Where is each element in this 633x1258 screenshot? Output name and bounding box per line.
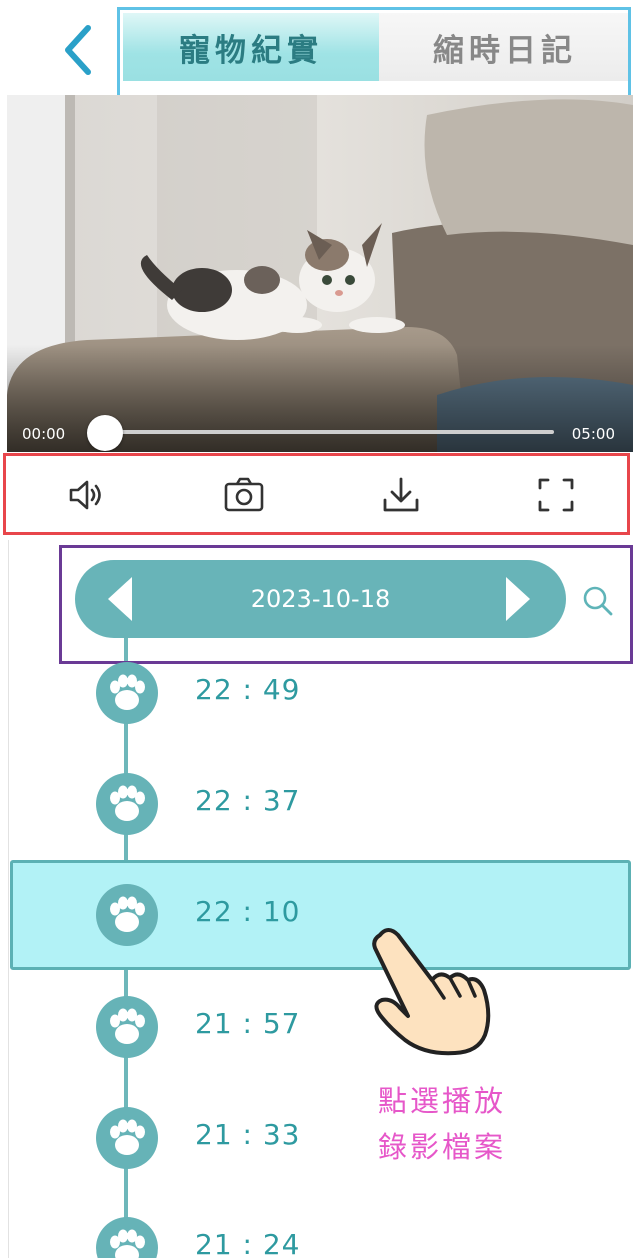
download-button[interactable] [378,472,424,518]
timeline-entry[interactable]: 21 : 57 [0,987,633,1067]
date-bar-highlight-frame [59,545,633,664]
fullscreen-icon [538,478,574,512]
paw-icon [96,1217,158,1258]
timeline-entry[interactable]: 22 : 49 [0,653,633,733]
entry-time: 22 : 10 [195,895,301,928]
snapshot-button[interactable] [221,472,267,518]
annotation-line-2: 錄影檔案 [378,1130,507,1164]
camera-icon [224,477,264,512]
annotation-line-1: 點選播放 [378,1084,507,1118]
volume-button[interactable] [63,472,109,518]
fullscreen-button[interactable] [533,472,579,518]
chevron-left-icon [65,25,91,75]
timeline-entry-selected[interactable]: 22 : 10 [0,875,633,955]
paw-icon [96,662,158,724]
download-icon [383,477,419,512]
entry-time: 21 : 33 [195,1118,301,1151]
timeline-entry[interactable]: 21 : 33 [0,1098,633,1178]
time-end: 05:00 [571,425,615,443]
header-bar: 寵物紀實 縮時日記 [0,0,633,98]
time-start: 00:00 [22,425,66,443]
player-controls [3,453,630,535]
video-player[interactable]: 00:00 05:00 [7,95,633,452]
progress-knob[interactable] [87,415,123,451]
paw-icon [96,1107,158,1169]
entry-time: 22 : 49 [195,673,301,706]
paw-icon [96,884,158,946]
timeline-entry[interactable]: 21 : 24 [0,1208,633,1258]
back-button[interactable] [48,18,112,82]
entry-time: 21 : 24 [195,1228,301,1258]
video-frame [7,95,633,452]
tabs-highlight-frame [117,7,631,98]
timeline-entry[interactable]: 22 : 37 [0,764,633,844]
app-root: 寵物紀實 縮時日記 00:00 05:00 2023-10-18 22: 49… [0,0,633,1258]
annotation-caption: 點選播放 錄影檔案 [378,1078,506,1170]
paw-icon [96,996,158,1058]
pointing-hand-icon [360,920,510,1060]
speaker-icon [69,480,101,510]
entry-time: 21 : 57 [195,1007,301,1040]
progress-track[interactable] [107,430,554,434]
paw-icon [96,773,158,835]
entry-time: 22 : 37 [195,784,301,817]
